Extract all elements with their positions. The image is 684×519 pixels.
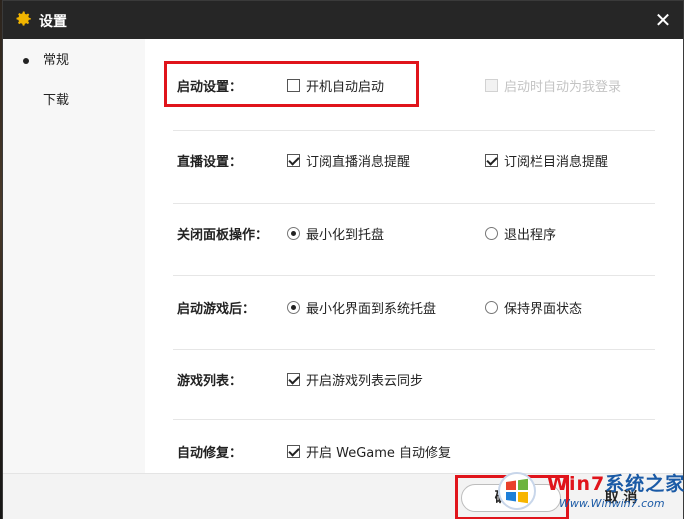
checkbox-box[interactable] (485, 154, 498, 167)
gear-icon (16, 11, 31, 26)
radio-button[interactable] (485, 301, 498, 314)
option-label: 开启游戏列表云同步 (306, 374, 424, 389)
watermark-title-suffix: 系统之家 (605, 473, 684, 495)
checkbox-box[interactable] (287, 445, 300, 458)
close-panel-row: 关闭面板操作： 最小化到托盘 退出程序 (173, 223, 655, 243)
checkbox-box[interactable] (287, 373, 300, 386)
option-label: 最小化到托盘 (306, 228, 385, 243)
sidebar-item-download[interactable]: 下载 (3, 81, 145, 121)
option-label: 保持界面状态 (504, 302, 583, 317)
game-list-cloud-sync-checkbox[interactable]: 开启游戏列表云同步 (287, 370, 423, 389)
watermark: Win7系统之家 Www.Winwin7.com (497, 467, 684, 519)
divider (173, 419, 655, 420)
divider (173, 275, 655, 276)
close-panel-label: 关闭面板操作： (177, 228, 269, 243)
bullet-icon (23, 58, 29, 64)
title-bar[interactable]: 设置 ✕ (3, 1, 683, 39)
radio-button[interactable] (485, 227, 498, 240)
settings-dialog: 设置 ✕ 常规 下载 启动设置： 开机自动启动 启动时自动为我登录 直播设置： … (2, 0, 684, 519)
window-title: 设置 (39, 14, 67, 30)
divider (173, 130, 655, 131)
live-settings-label: 直播设置： (177, 155, 243, 170)
checkbox-box[interactable] (287, 154, 300, 167)
sidebar-item-label: 常规 (43, 53, 70, 68)
live-settings-row: 直播设置： 订阅直播消息提醒 订阅栏目消息提醒 (173, 150, 655, 170)
sidebar-item-general[interactable]: 常规 (3, 41, 145, 81)
option-label: 订阅直播消息提醒 (306, 155, 411, 170)
divider (173, 203, 655, 204)
highlight-box (164, 61, 419, 107)
auto-repair-row: 自动修复： 开启 WeGame 自动修复 (173, 441, 655, 461)
watermark-url: Www.Winwin7.com (559, 497, 665, 510)
watermark-title-prefix: Win7 (547, 473, 606, 495)
exit-program-radio[interactable]: 退出程序 (485, 224, 556, 243)
checkbox-box[interactable] (485, 79, 498, 92)
option-label: 开启 WeGame 自动修复 (306, 446, 452, 461)
option-label: 退出程序 (504, 228, 557, 243)
minimize-ui-to-tray-radio[interactable]: 最小化界面到系统托盘 (287, 298, 436, 317)
auto-repair-label: 自动修复： (177, 446, 243, 461)
close-icon[interactable]: ✕ (653, 10, 673, 30)
auto-login-checkbox[interactable]: 启动时自动为我登录 (485, 76, 621, 95)
divider (173, 349, 655, 350)
column-notify-checkbox[interactable]: 订阅栏目消息提醒 (485, 151, 608, 170)
minimize-to-tray-radio[interactable]: 最小化到托盘 (287, 224, 384, 243)
option-label: 启动时自动为我登录 (504, 80, 622, 95)
live-notify-checkbox[interactable]: 订阅直播消息提醒 (287, 151, 410, 170)
radio-button[interactable] (287, 301, 300, 314)
radio-button[interactable] (287, 227, 300, 240)
settings-panel: 启动设置： 开机自动启动 启动时自动为我登录 直播设置： 订阅直播消息提醒 订阅… (145, 39, 683, 473)
keep-ui-state-radio[interactable]: 保持界面状态 (485, 298, 582, 317)
after-game-launch-row: 启动游戏后： 最小化界面到系统托盘 保持界面状态 (173, 297, 655, 317)
sidebar: 常规 下载 (3, 39, 145, 473)
watermark-title: Win7系统之家 (547, 469, 684, 496)
windows-logo-icon (498, 472, 536, 510)
game-list-row: 游戏列表： 开启游戏列表云同步 (173, 369, 655, 389)
auto-repair-checkbox[interactable]: 开启 WeGame 自动修复 (287, 442, 451, 461)
option-label: 订阅栏目消息提醒 (504, 155, 609, 170)
game-list-label: 游戏列表： (177, 374, 243, 389)
after-game-launch-label: 启动游戏后： (177, 302, 256, 317)
sidebar-item-label: 下载 (43, 93, 70, 108)
option-label: 最小化界面到系统托盘 (306, 302, 437, 317)
